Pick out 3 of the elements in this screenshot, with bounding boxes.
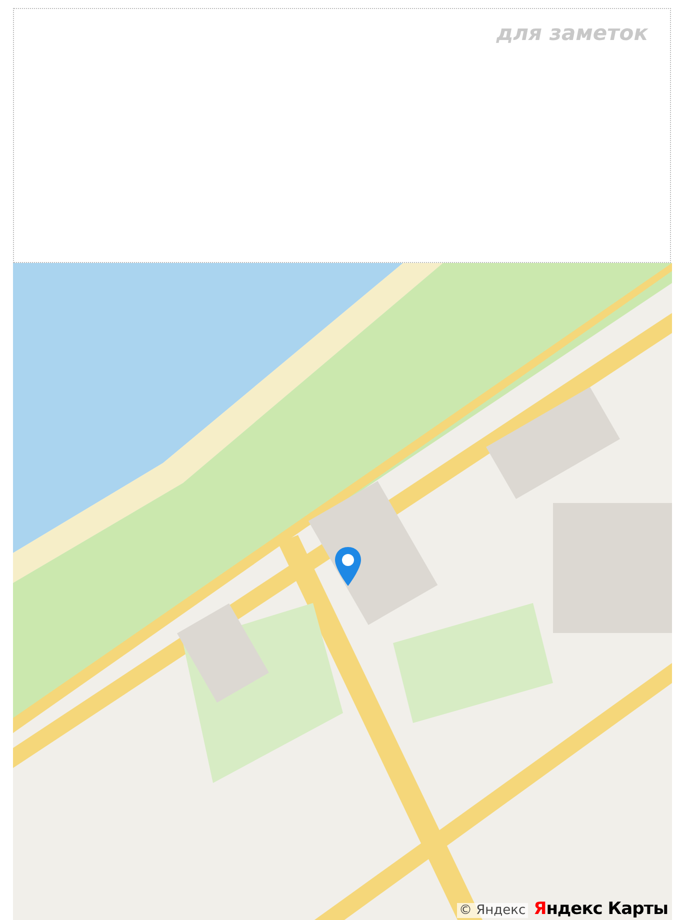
map-logo: Яндекс Карты — [534, 899, 668, 919]
copyright-text: © Яндекс — [456, 903, 528, 918]
map-pin-icon — [333, 546, 363, 588]
